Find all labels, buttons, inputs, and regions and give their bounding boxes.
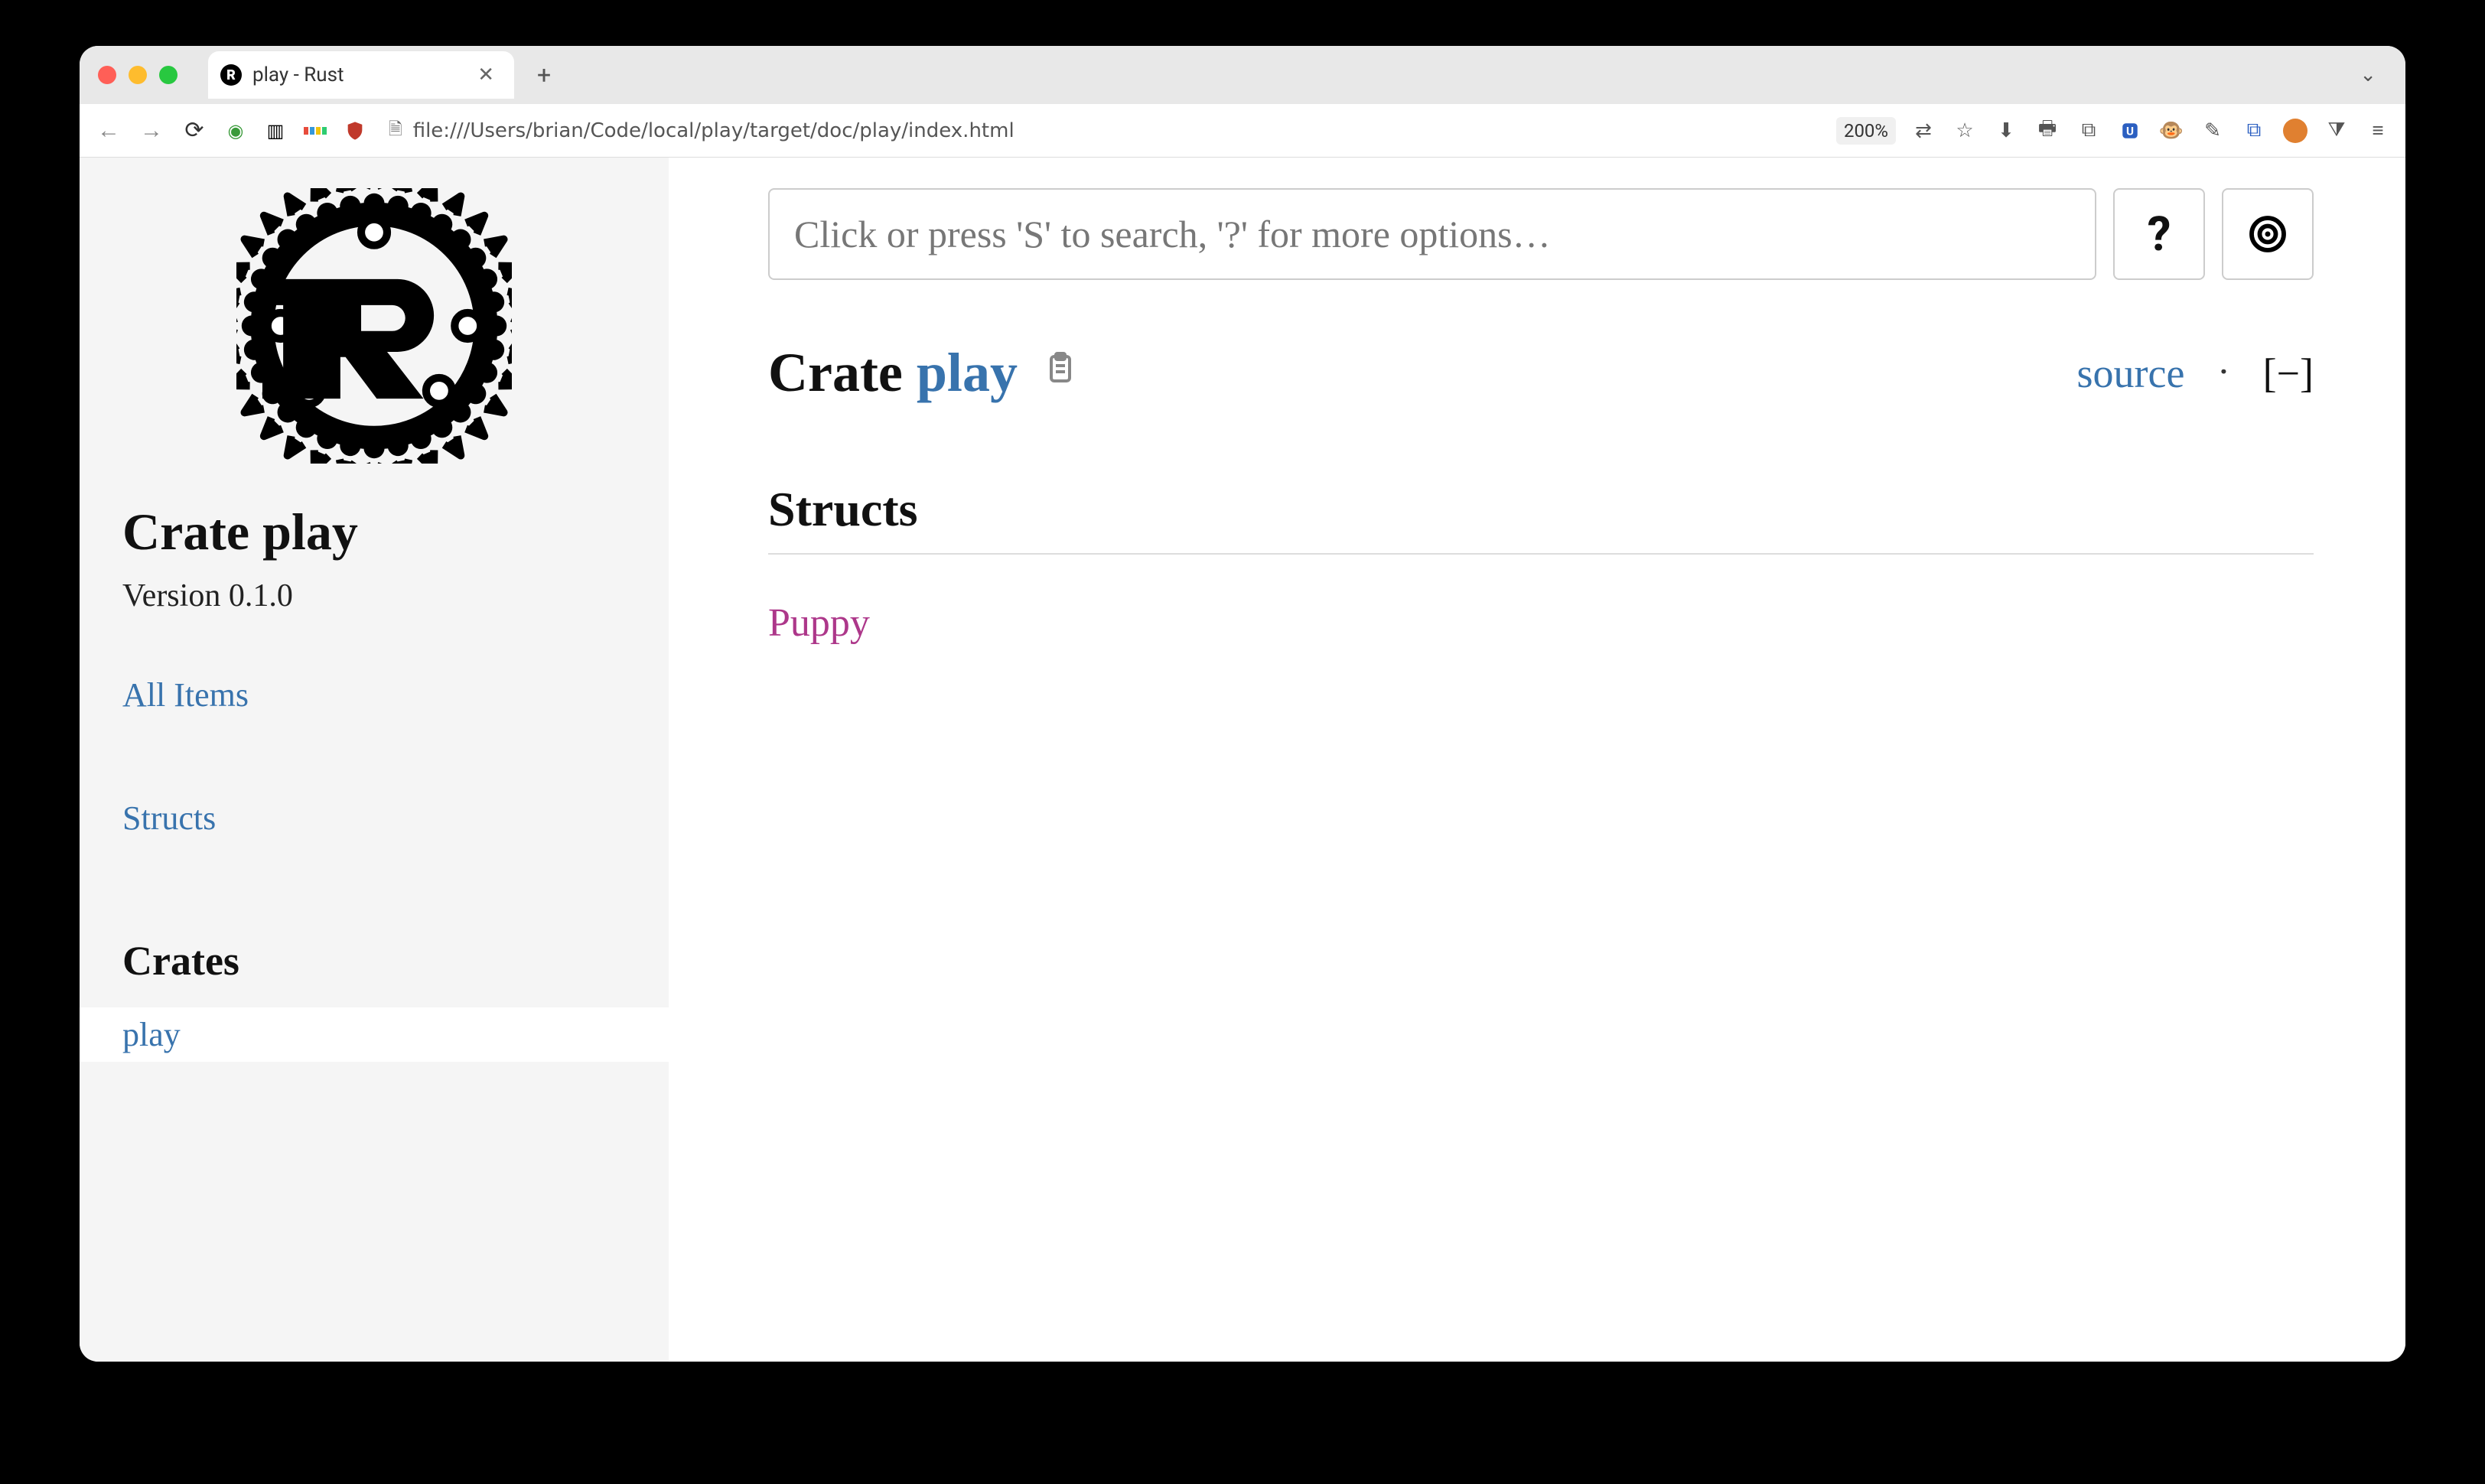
structs-heading: Structs <box>768 481 2314 555</box>
new-tab-button[interactable]: + <box>526 60 562 89</box>
browser-tab[interactable]: R play - Rust ✕ <box>208 51 514 99</box>
crate-version: Version 0.1.0 <box>122 578 626 614</box>
bookmark-star-icon[interactable]: ☆ <box>1952 119 1977 143</box>
forward-button[interactable]: → <box>138 117 165 145</box>
address-bar[interactable]: 🗎 file:///Users/brian/Code/local/play/ta… <box>383 116 1821 145</box>
struct-link[interactable]: Puppy <box>768 601 870 645</box>
svg-text:U: U <box>2126 124 2134 138</box>
maximize-window-button[interactable] <box>159 66 178 84</box>
profile-avatar[interactable] <box>2283 119 2308 143</box>
translate-icon[interactable]: ⇄ <box>1911 119 1936 143</box>
sidebar-all-items-link[interactable]: All Items <box>122 675 626 714</box>
download-icon[interactable]: ⬇ <box>1994 119 2018 143</box>
extensions-button[interactable]: ⧩ <box>2324 119 2349 143</box>
help-button[interactable]: ? <box>2113 188 2205 280</box>
sidebar: Crate play Version 0.1.0 All Items Struc… <box>80 158 669 1362</box>
separator: · <box>2218 349 2229 397</box>
minimize-window-button[interactable] <box>129 66 147 84</box>
extension-icon[interactable]: ⧉ <box>2076 119 2101 143</box>
tabs-dropdown-button[interactable]: ⌄ <box>2349 63 2387 86</box>
sidebar-crates-heading: Crates <box>122 937 626 984</box>
browser-window: R play - Rust ✕ + ⌄ ← → ⟳ ◉ ▥ 🗎 file:///… <box>80 46 2405 1362</box>
extension-icon[interactable]: ▥ <box>263 119 288 143</box>
page-heading-row: Crate play source · [−] <box>768 341 2314 405</box>
gear-icon <box>2246 213 2289 255</box>
zoom-level[interactable]: 200% <box>1836 117 1896 145</box>
print-icon[interactable]: 🖶 <box>2035 119 2060 143</box>
toolbar-icons: ⇄ ☆ ⬇ 🖶 ⧉ U 🐵 ✎ ⧉ ⧩ ≡ <box>1911 119 2390 143</box>
back-button[interactable]: ← <box>95 117 122 145</box>
search-row: Click or press 'S' to search, '?' for mo… <box>768 188 2314 280</box>
tab-bar: R play - Rust ✕ + ⌄ <box>80 46 2405 104</box>
tab-title: play - Rust <box>252 63 462 86</box>
url-bar: ← → ⟳ ◉ ▥ 🗎 file:///Users/brian/Code/loc… <box>80 104 2405 158</box>
main-content: Click or press 'S' to search, '?' for mo… <box>669 158 2405 1362</box>
page-content: Crate play Version 0.1.0 All Items Struc… <box>80 158 2405 1362</box>
ublock-icon[interactable] <box>343 119 367 143</box>
settings-button[interactable] <box>2222 188 2314 280</box>
sidebar-crate-item[interactable]: play <box>80 1007 669 1062</box>
window-controls <box>98 66 178 84</box>
extension-icon[interactable]: ◉ <box>223 119 248 143</box>
search-input[interactable]: Click or press 'S' to search, '?' for mo… <box>768 188 2096 280</box>
rust-favicon-icon: R <box>220 64 242 86</box>
sidebar-structs-link[interactable]: Structs <box>122 799 626 838</box>
copy-path-button[interactable] <box>1042 350 1079 396</box>
menu-button[interactable]: ≡ <box>2366 119 2390 143</box>
extension-icon[interactable]: 🐵 <box>2159 119 2184 143</box>
extension-icon[interactable] <box>303 119 327 143</box>
reload-button[interactable]: ⟳ <box>181 117 208 145</box>
extension-icon[interactable]: U <box>2118 119 2142 143</box>
sidebar-crate-title: Crate play <box>122 502 626 562</box>
url-text: file:///Users/brian/Code/local/play/targ… <box>413 119 1015 142</box>
close-window-button[interactable] <box>98 66 116 84</box>
page-icon: 🗎 <box>389 116 402 145</box>
page-title: Crate play <box>768 341 1018 405</box>
clipboard-icon <box>1042 350 1079 387</box>
extension-icon[interactable]: ✎ <box>2200 119 2225 143</box>
rust-logo-icon[interactable] <box>236 188 512 464</box>
close-tab-button[interactable]: ✕ <box>473 63 499 86</box>
collapse-toggle[interactable]: [−] <box>2263 350 2314 397</box>
source-link[interactable]: source <box>2077 350 2185 397</box>
extension-icon[interactable]: ⧉ <box>2242 119 2266 143</box>
